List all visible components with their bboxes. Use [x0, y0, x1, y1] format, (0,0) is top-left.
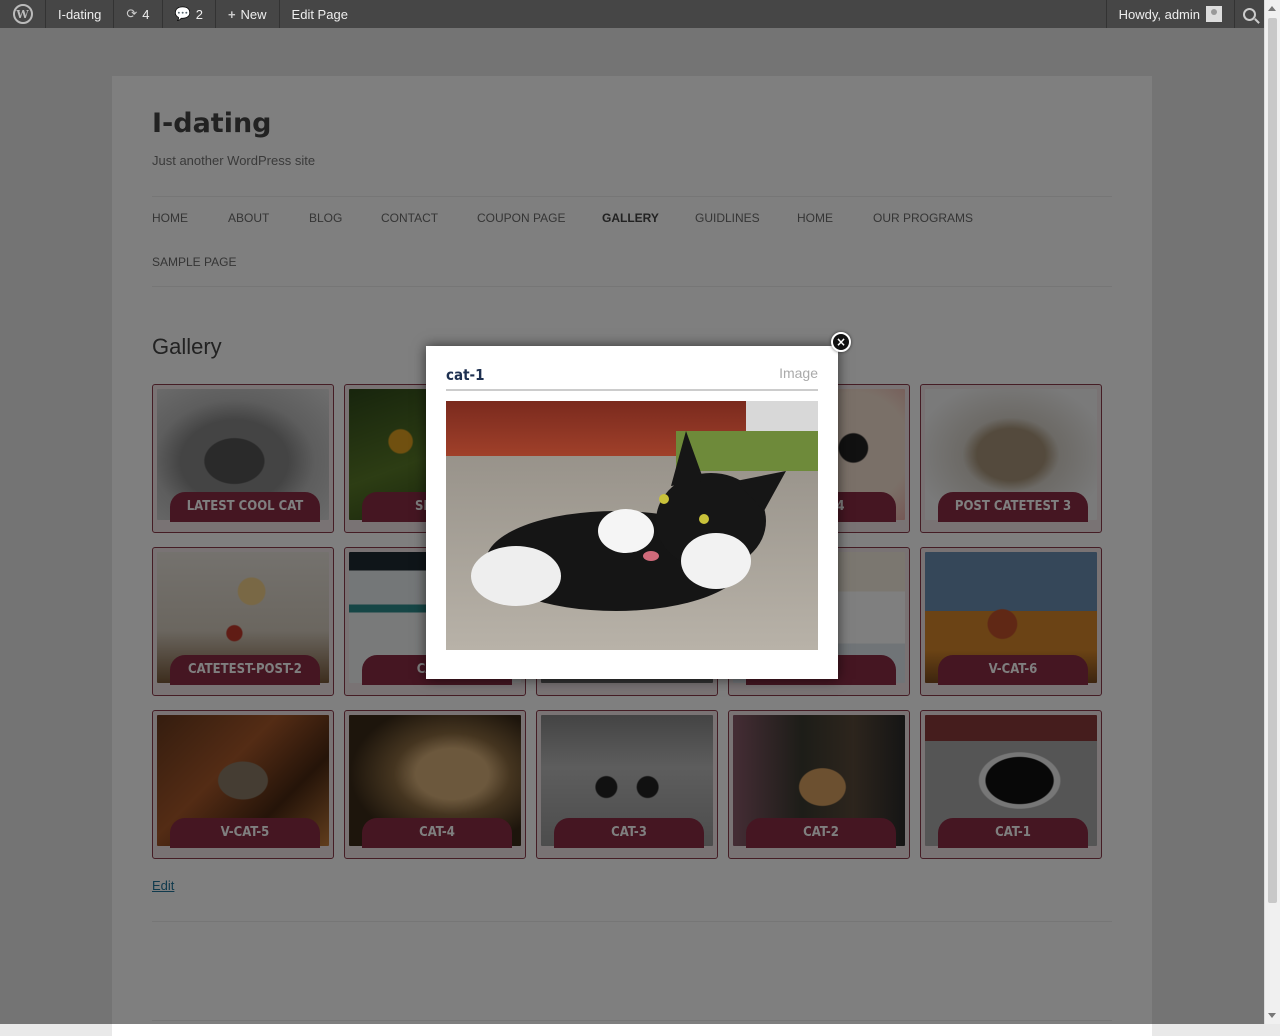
- comments-button[interactable]: 💬 2: [163, 0, 216, 28]
- comments-count: 2: [195, 6, 203, 22]
- admin-bar-right: Howdy, admin: [1105, 0, 1264, 28]
- howdy-label: Howdy, admin: [1118, 6, 1200, 22]
- lightbox-image: [446, 401, 818, 650]
- scroll-down-arrow-icon[interactable]: [1268, 1013, 1276, 1018]
- wordpress-logo-icon: W: [12, 4, 33, 24]
- new-label: New: [240, 6, 267, 22]
- site-name-label: I-dating: [58, 6, 102, 22]
- my-account-menu[interactable]: Howdy, admin: [1105, 0, 1234, 28]
- avatar: [1206, 6, 1222, 22]
- new-content-button[interactable]: + New: [216, 0, 280, 28]
- site-name-link[interactable]: I-dating: [46, 0, 115, 28]
- wordpress-logo-button[interactable]: W: [0, 0, 46, 28]
- edit-page-label: Edit Page: [291, 6, 348, 22]
- updates-button[interactable]: ⟳ 4: [114, 0, 163, 28]
- scrollbar-thumb[interactable]: [1268, 18, 1277, 903]
- admin-bar: W I-dating ⟳ 4 💬 2 + New Edit Page Howdy…: [0, 0, 1264, 28]
- lightbox-dialog: cat-1 Image: [426, 346, 838, 679]
- plus-icon: +: [227, 6, 236, 22]
- edit-page-link[interactable]: Edit Page: [280, 0, 360, 28]
- lightbox-close-button[interactable]: ×: [831, 332, 851, 352]
- lightbox-title: cat-1: [446, 366, 485, 384]
- admin-search-button[interactable]: [1234, 0, 1264, 28]
- comment-bubble-icon: 💬: [174, 6, 191, 21]
- search-icon: [1243, 7, 1256, 21]
- scroll-up-arrow-icon[interactable]: [1268, 6, 1276, 11]
- refresh-icon: ⟳: [126, 6, 138, 21]
- lightbox-type-label: Image: [779, 365, 818, 381]
- updates-count: 4: [142, 6, 150, 22]
- page-scrollbar[interactable]: [1264, 0, 1280, 1024]
- lightbox-divider: [446, 389, 818, 391]
- cat-photo: [446, 401, 818, 650]
